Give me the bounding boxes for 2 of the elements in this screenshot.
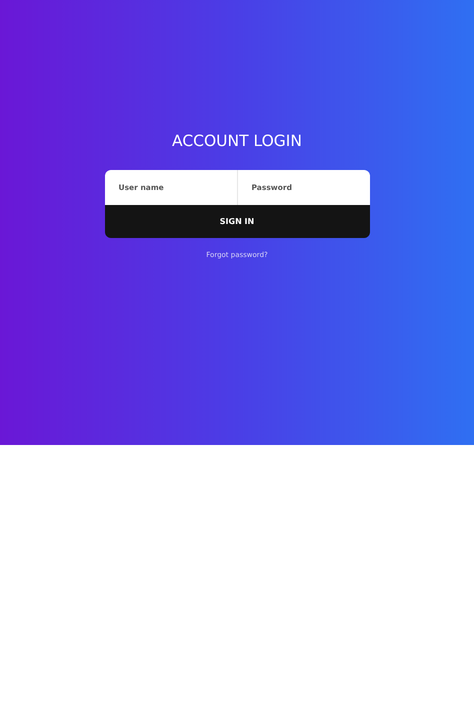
sign-in-button[interactable]: SIGN IN (104, 205, 370, 238)
page-title: ACCOUNT LOGIN (172, 131, 302, 151)
